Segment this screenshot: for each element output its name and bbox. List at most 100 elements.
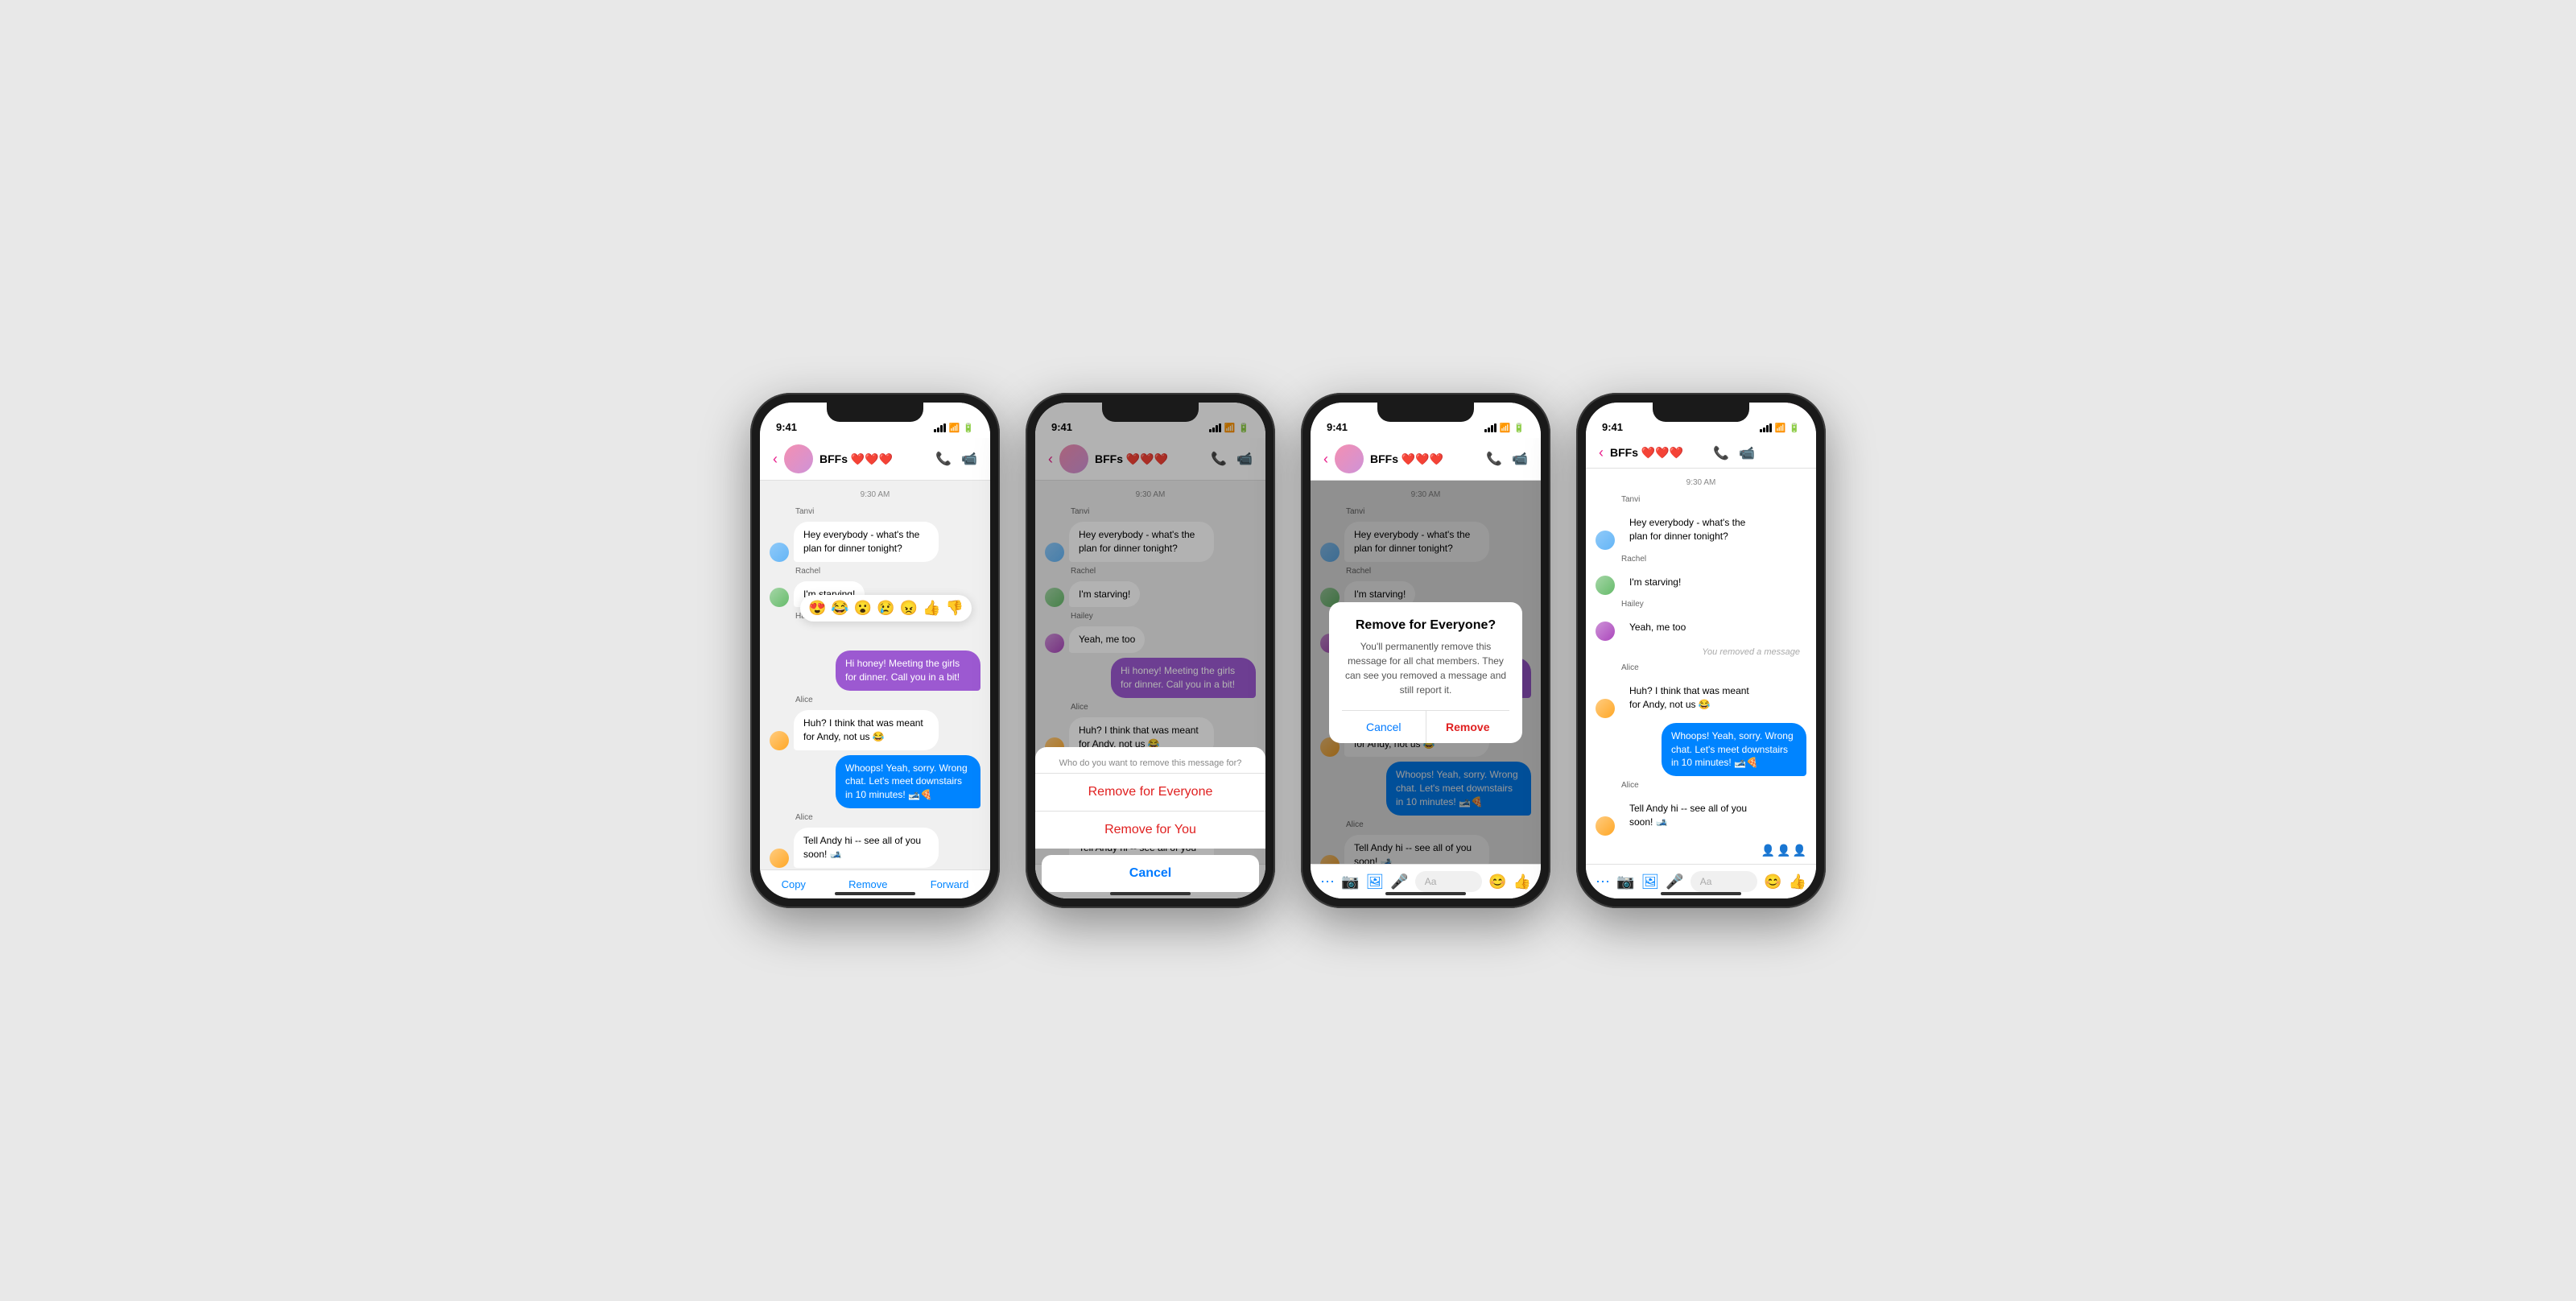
chat-avatar-3 [1335, 444, 1364, 473]
emoji-reaction-bar-1[interactable]: 😍 😂 😮 😢 😠 👍 👎 [800, 595, 972, 622]
bubble: Hi honey! Meeting the girls for dinner. … [836, 650, 980, 691]
phone-1-notch [827, 403, 923, 422]
chat-title-1: BFFs ❤️❤️❤️ [819, 452, 929, 466]
alert-cancel-button[interactable]: Cancel [1342, 711, 1426, 743]
remove-for-you-option[interactable]: Remove for You [1035, 811, 1265, 849]
avatar [1596, 699, 1615, 718]
back-button-1[interactable]: ‹ [773, 451, 778, 468]
emoji-heart-eyes[interactable]: 😍 [808, 600, 826, 617]
status-icons-3: 📶 🔋 [1484, 423, 1525, 433]
action-sheet-question: Who do you want to remove this message f… [1035, 747, 1265, 773]
group-avatars: 👤👤👤 [1596, 844, 1806, 857]
nav-bar-4: ‹ BFFs ❤️❤️❤️ 📞 📹 [1586, 438, 1816, 469]
phone-call-icon-3[interactable]: 📞 [1486, 451, 1502, 467]
emoji-icon[interactable]: 😊 [1488, 874, 1506, 890]
msg-row: Yeah, me too [1596, 614, 1806, 641]
msg-row: Whoops! Yeah, sorry. Wrong chat. Let's m… [1596, 723, 1806, 776]
avatar [770, 849, 789, 868]
thumbsup-icon[interactable]: 👍 [1513, 874, 1531, 890]
bubble: Yeah, me too [1620, 614, 1695, 641]
emoji-laugh[interactable]: 😂 [831, 600, 848, 617]
sender-label: Rachel [1621, 555, 1806, 564]
forward-button[interactable]: Forward [931, 878, 969, 890]
nav-actions-4: 📞 📹 [1713, 445, 1755, 461]
sender-label: Alice [1621, 781, 1806, 790]
timestamp-4: 9:30 AM [1596, 478, 1806, 487]
chat-title-3: BFFs ❤️❤️❤️ [1370, 452, 1480, 466]
action-sheet-wrapper: Who do you want to remove this message f… [1035, 747, 1265, 898]
phone-4-screen: 9:41 📶 🔋 ‹ BFFs ❤️❤️❤️ 📞 📹 9:30 AM [1586, 403, 1816, 898]
phone-3-notch [1377, 403, 1474, 422]
message-input[interactable]: Aa [1415, 871, 1482, 892]
cancel-option-2[interactable]: Cancel [1042, 855, 1259, 892]
action-sheet-2: Who do you want to remove this message f… [1035, 747, 1265, 849]
bubble: Huh? I think that was meant for Andy, no… [1620, 678, 1765, 718]
bubble: Hey everybody - what's the plan for dinn… [794, 522, 939, 562]
remove-everyone-option[interactable]: Remove for Everyone [1035, 773, 1265, 811]
msg-row: Hey everybody - what's the plan for dinn… [1596, 510, 1806, 550]
camera-icon[interactable]: 📷 [1341, 874, 1359, 890]
alert-remove-button[interactable]: Remove [1426, 711, 1510, 743]
mic-icon[interactable]: 🎤 [1390, 874, 1408, 890]
bubble: Whoops! Yeah, sorry. Wrong chat. Let's m… [1662, 723, 1806, 776]
emoji-angry[interactable]: 😠 [900, 600, 918, 617]
chat-avatar-1 [784, 444, 813, 473]
camera-icon-4[interactable]: 📷 [1616, 874, 1634, 890]
msg-row: Hi honey! Meeting the girls for dinner. … [770, 650, 980, 691]
msg-row: Tell Andy hi -- see all of you soon! 🎿 [770, 828, 980, 868]
emoji-cry[interactable]: 😢 [877, 600, 894, 617]
phone-2: 9:41 📶 🔋 ‹ BFFs ❤️❤️❤️ 📞 📹 9:30 AM Tanvi [1026, 393, 1275, 908]
removed-message-indicator: You removed a message [1596, 647, 1806, 657]
phone-3: 9:41 📶 🔋 ‹ BFFs ❤️❤️❤️ 📞 📹 9:30 AM Tanvi [1301, 393, 1550, 908]
emoji-icon-4[interactable]: 😊 [1764, 874, 1781, 890]
avatar [1596, 816, 1615, 836]
bubble: I'm starving! [1620, 569, 1690, 596]
emoji-thumbsup[interactable]: 👍 [923, 600, 940, 617]
nav-actions-3: 📞 📹 [1486, 451, 1528, 467]
nav-bar-3: ‹ BFFs ❤️❤️❤️ 📞 📹 [1311, 438, 1541, 481]
video-call-icon-1[interactable]: 📹 [961, 451, 977, 467]
chat-title-4: BFFs ❤️❤️❤️ [1610, 446, 1707, 460]
chat-area-3: 9:30 AM Tanvi Hey everybody - what's the… [1311, 481, 1541, 864]
remove-button[interactable]: Remove [848, 878, 887, 890]
phone-call-icon-4[interactable]: 📞 [1713, 445, 1729, 461]
mic-icon-4[interactable]: 🎤 [1666, 874, 1683, 890]
chat-area-4: 9:30 AM Tanvi Hey everybody - what's the… [1586, 469, 1816, 864]
msg-row: Hey everybody - what's the plan for dinn… [770, 522, 980, 562]
home-indicator-1 [835, 892, 915, 895]
image-icon-4[interactable]: 🖼 [1641, 874, 1659, 890]
copy-button[interactable]: Copy [782, 878, 806, 890]
emoji-wow[interactable]: 😮 [854, 600, 872, 617]
avatar [770, 588, 789, 607]
video-call-icon-3[interactable]: 📹 [1512, 451, 1528, 467]
sender-label: Alice [795, 813, 980, 822]
phone-2-screen: 9:41 📶 🔋 ‹ BFFs ❤️❤️❤️ 📞 📹 9:30 AM Tanvi [1035, 403, 1265, 898]
timestamp-1: 9:30 AM [770, 490, 980, 499]
phone-call-icon-1[interactable]: 📞 [935, 451, 952, 467]
image-icon[interactable]: 🖼 [1365, 874, 1384, 890]
msg-row: Huh? I think that was meant for Andy, no… [770, 710, 980, 750]
home-indicator-2 [1110, 892, 1191, 895]
status-icons-4: 📶 🔋 [1760, 423, 1800, 433]
sender-label: Hailey [1621, 600, 1806, 609]
phone-2-notch [1102, 403, 1199, 422]
sender-label: Alice [1621, 663, 1806, 672]
nav-actions-1: 📞 📹 [935, 451, 977, 467]
bubble: Hey everybody - what's the plan for dinn… [1620, 510, 1765, 550]
thumbsup-icon-4[interactable]: 👍 [1789, 874, 1806, 890]
emoji-thumbsdown[interactable]: 👎 [946, 600, 964, 617]
back-button-3[interactable]: ‹ [1323, 451, 1328, 468]
grid-icon-4[interactable]: ⋯ [1596, 874, 1610, 890]
video-call-icon-4[interactable]: 📹 [1739, 445, 1755, 461]
alert-title-3: Remove for Everyone? [1342, 618, 1509, 633]
back-button-4[interactable]: ‹ [1599, 444, 1604, 461]
home-indicator-4 [1661, 892, 1741, 895]
message-input-4[interactable]: Aa [1690, 871, 1757, 892]
alert-overlay-3: Remove for Everyone? You'll permanently … [1311, 481, 1541, 864]
avatar [770, 543, 789, 562]
phone-4-notch [1653, 403, 1749, 422]
action-sheet-overlay-2: Who do you want to remove this message f… [1035, 403, 1265, 898]
grid-icon[interactable]: ⋯ [1320, 874, 1335, 890]
phone-3-screen: 9:41 📶 🔋 ‹ BFFs ❤️❤️❤️ 📞 📹 9:30 AM Tanvi [1311, 403, 1541, 898]
nav-bar-1: ‹ BFFs ❤️❤️❤️ 📞 📹 [760, 438, 990, 481]
